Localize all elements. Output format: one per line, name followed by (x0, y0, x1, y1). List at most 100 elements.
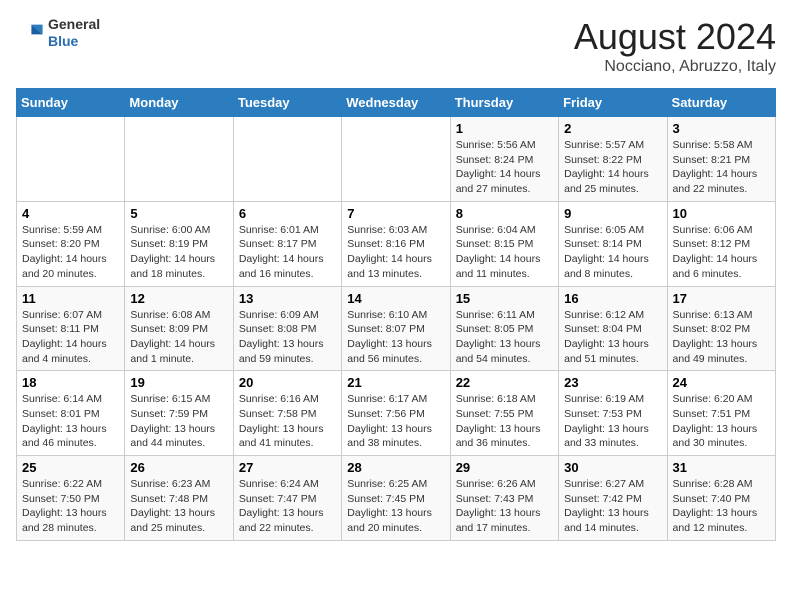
calendar-cell: 24Sunrise: 6:20 AM Sunset: 7:51 PM Dayli… (667, 371, 775, 456)
calendar-cell: 21 Sunrise: 6:17 AM Sunset: 7:56 PM Dayli… (342, 371, 450, 456)
calendar-cell: 7 Sunrise: 6:03 AM Sunset: 8:16 PM Daylig… (342, 201, 450, 286)
day-number: 18 (22, 375, 119, 390)
calendar-cell (125, 117, 233, 202)
calendar-cell: 2Sunrise: 5:57 AM Sunset: 8:22 PM Daylig… (559, 117, 667, 202)
day-info: Sunrise: 6:00 AM Sunset: 8:19 PM Dayligh… (130, 223, 227, 282)
calendar-cell: 6 Sunrise: 6:01 AM Sunset: 8:17 PM Daylig… (233, 201, 341, 286)
day-number: 27 (239, 460, 336, 475)
calendar-cell: 3Sunrise: 5:58 AM Sunset: 8:21 PM Daylig… (667, 117, 775, 202)
day-number: 29 (456, 460, 553, 475)
day-info: Sunrise: 6:20 AM Sunset: 7:51 PM Dayligh… (673, 392, 770, 451)
day-number: 21 (347, 375, 444, 390)
calendar-week-1: 1 Sunrise: 5:56 AM Sunset: 8:24 PM Daylig… (17, 117, 776, 202)
day-number: 14 (347, 291, 444, 306)
calendar-cell: 13Sunrise: 6:09 AM Sunset: 8:08 PM Dayli… (233, 286, 341, 371)
day-number: 10 (673, 206, 770, 221)
calendar-cell: 18Sunrise: 6:14 AM Sunset: 8:01 PM Dayli… (17, 371, 125, 456)
day-number: 15 (456, 291, 553, 306)
calendar-cell: 26 Sunrise: 6:23 AM Sunset: 7:48 PM Dayli… (125, 456, 233, 541)
calendar-cell: 10 Sunrise: 6:06 AM Sunset: 8:12 PM Dayli… (667, 201, 775, 286)
day-number: 11 (22, 291, 119, 306)
title-block: August 2024 Nocciano, Abruzzo, Italy (574, 16, 776, 76)
day-info: Sunrise: 5:57 AM Sunset: 8:22 PM Dayligh… (564, 138, 661, 197)
calendar-cell: 19 Sunrise: 6:15 AM Sunset: 7:59 PM Dayli… (125, 371, 233, 456)
day-number: 31 (673, 460, 770, 475)
logo-text: General Blue (48, 16, 100, 50)
day-number: 23 (564, 375, 661, 390)
calendar-cell: 15 Sunrise: 6:11 AM Sunset: 8:05 PM Dayli… (450, 286, 558, 371)
calendar-cell: 17 Sunrise: 6:13 AM Sunset: 8:02 PM Dayli… (667, 286, 775, 371)
day-number: 12 (130, 291, 227, 306)
day-info: Sunrise: 6:18 AM Sunset: 7:55 PM Dayligh… (456, 392, 553, 451)
weekday-header-saturday: Saturday (667, 89, 775, 117)
calendar-cell: 8Sunrise: 6:04 AM Sunset: 8:15 PM Daylig… (450, 201, 558, 286)
calendar-cell: 16 Sunrise: 6:12 AM Sunset: 8:04 PM Dayli… (559, 286, 667, 371)
day-number: 25 (22, 460, 119, 475)
day-info: Sunrise: 6:22 AM Sunset: 7:50 PM Dayligh… (22, 477, 119, 536)
day-info: Sunrise: 6:15 AM Sunset: 7:59 PM Dayligh… (130, 392, 227, 451)
page-subtitle: Nocciano, Abruzzo, Italy (574, 58, 776, 76)
calendar-cell (17, 117, 125, 202)
calendar-cell: 1 Sunrise: 5:56 AM Sunset: 8:24 PM Daylig… (450, 117, 558, 202)
day-number: 26 (130, 460, 227, 475)
calendar-week-4: 18Sunrise: 6:14 AM Sunset: 8:01 PM Dayli… (17, 371, 776, 456)
logo-blue: Blue (48, 33, 100, 50)
day-number: 20 (239, 375, 336, 390)
logo-general: General (48, 16, 100, 33)
day-number: 9 (564, 206, 661, 221)
day-number: 19 (130, 375, 227, 390)
day-number: 5 (130, 206, 227, 221)
day-number: 16 (564, 291, 661, 306)
day-info: Sunrise: 6:03 AM Sunset: 8:16 PM Dayligh… (347, 223, 444, 282)
day-info: Sunrise: 6:07 AM Sunset: 8:11 PM Dayligh… (22, 308, 119, 367)
day-info: Sunrise: 5:56 AM Sunset: 8:24 PM Dayligh… (456, 138, 553, 197)
day-info: Sunrise: 6:01 AM Sunset: 8:17 PM Dayligh… (239, 223, 336, 282)
calendar-header: SundayMondayTuesdayWednesdayThursdayFrid… (17, 89, 776, 117)
day-number: 6 (239, 206, 336, 221)
calendar-cell: 30Sunrise: 6:27 AM Sunset: 7:42 PM Dayli… (559, 456, 667, 541)
calendar-cell (233, 117, 341, 202)
day-number: 17 (673, 291, 770, 306)
day-info: Sunrise: 6:11 AM Sunset: 8:05 PM Dayligh… (456, 308, 553, 367)
day-info: Sunrise: 6:24 AM Sunset: 7:47 PM Dayligh… (239, 477, 336, 536)
calendar-week-3: 11 Sunrise: 6:07 AM Sunset: 8:11 PM Dayli… (17, 286, 776, 371)
calendar-cell: 4 Sunrise: 5:59 AM Sunset: 8:20 PM Daylig… (17, 201, 125, 286)
day-info: Sunrise: 6:23 AM Sunset: 7:48 PM Dayligh… (130, 477, 227, 536)
calendar-cell: 11 Sunrise: 6:07 AM Sunset: 8:11 PM Dayli… (17, 286, 125, 371)
day-info: Sunrise: 6:10 AM Sunset: 8:07 PM Dayligh… (347, 308, 444, 367)
logo-icon (16, 19, 44, 47)
day-number: 1 (456, 121, 553, 136)
day-info: Sunrise: 6:28 AM Sunset: 7:40 PM Dayligh… (673, 477, 770, 536)
day-info: Sunrise: 6:27 AM Sunset: 7:42 PM Dayligh… (564, 477, 661, 536)
calendar-week-2: 4 Sunrise: 5:59 AM Sunset: 8:20 PM Daylig… (17, 201, 776, 286)
calendar-cell: 12Sunrise: 6:08 AM Sunset: 8:09 PM Dayli… (125, 286, 233, 371)
day-info: Sunrise: 6:16 AM Sunset: 7:58 PM Dayligh… (239, 392, 336, 451)
day-number: 22 (456, 375, 553, 390)
weekday-header-monday: Monday (125, 89, 233, 117)
day-number: 4 (22, 206, 119, 221)
day-info: Sunrise: 6:12 AM Sunset: 8:04 PM Dayligh… (564, 308, 661, 367)
calendar-cell: 28Sunrise: 6:25 AM Sunset: 7:45 PM Dayli… (342, 456, 450, 541)
calendar-cell (342, 117, 450, 202)
weekday-row: SundayMondayTuesdayWednesdayThursdayFrid… (17, 89, 776, 117)
calendar-week-5: 25 Sunrise: 6:22 AM Sunset: 7:50 PM Dayli… (17, 456, 776, 541)
day-info: Sunrise: 6:04 AM Sunset: 8:15 PM Dayligh… (456, 223, 553, 282)
day-info: Sunrise: 6:05 AM Sunset: 8:14 PM Dayligh… (564, 223, 661, 282)
page-title: August 2024 (574, 16, 776, 58)
calendar-cell: 9 Sunrise: 6:05 AM Sunset: 8:14 PM Daylig… (559, 201, 667, 286)
weekday-header-sunday: Sunday (17, 89, 125, 117)
day-info: Sunrise: 6:13 AM Sunset: 8:02 PM Dayligh… (673, 308, 770, 367)
calendar-body: 1 Sunrise: 5:56 AM Sunset: 8:24 PM Daylig… (17, 117, 776, 541)
day-info: Sunrise: 5:59 AM Sunset: 8:20 PM Dayligh… (22, 223, 119, 282)
day-info: Sunrise: 6:19 AM Sunset: 7:53 PM Dayligh… (564, 392, 661, 451)
day-info: Sunrise: 6:26 AM Sunset: 7:43 PM Dayligh… (456, 477, 553, 536)
day-info: Sunrise: 6:17 AM Sunset: 7:56 PM Dayligh… (347, 392, 444, 451)
day-info: Sunrise: 6:06 AM Sunset: 8:12 PM Dayligh… (673, 223, 770, 282)
weekday-header-friday: Friday (559, 89, 667, 117)
calendar-cell: 22 Sunrise: 6:18 AM Sunset: 7:55 PM Dayli… (450, 371, 558, 456)
day-number: 7 (347, 206, 444, 221)
calendar-cell: 31 Sunrise: 6:28 AM Sunset: 7:40 PM Dayli… (667, 456, 775, 541)
logo: General Blue (16, 16, 100, 50)
page-header: General Blue August 2024 Nocciano, Abruz… (16, 16, 776, 76)
weekday-header-tuesday: Tuesday (233, 89, 341, 117)
